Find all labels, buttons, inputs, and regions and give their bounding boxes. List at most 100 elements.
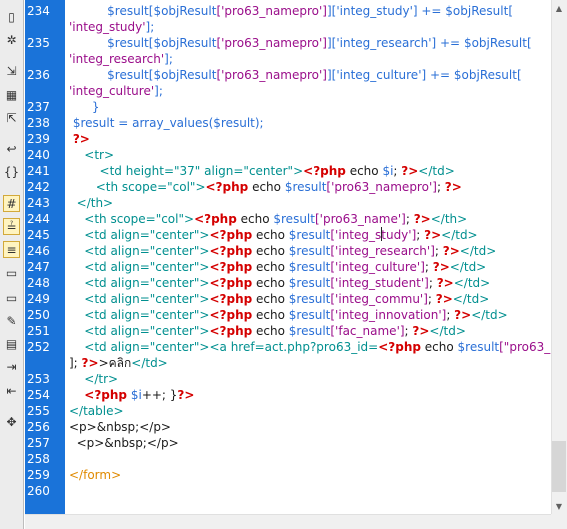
code-line[interactable]: 'integ_study']; [69, 19, 154, 35]
page-icon[interactable]: ▯ [3, 8, 20, 25]
comment-icon[interactable]: ▭ [3, 264, 20, 281]
code-line[interactable]: <tr> [69, 147, 114, 163]
code-token: echo [252, 260, 289, 274]
sparkle-icon[interactable]: ✲ [3, 31, 20, 48]
code-token: 'integ_research' [69, 52, 165, 66]
code-line[interactable]: } [69, 99, 100, 115]
highlight-invalid-icon[interactable]: ≟ [3, 218, 20, 235]
syntax-coloring-icon[interactable]: ≡ [3, 241, 20, 258]
code-token: <th scope="col"> [95, 180, 206, 194]
uncomment-icon[interactable]: ▭ [3, 289, 20, 306]
code-line[interactable]: <td align="center"><?php echo $result['i… [69, 227, 477, 243]
code-line[interactable]: $result[$objResult['pro63_namepro']]['in… [69, 35, 531, 51]
code-line[interactable]: <td align="center"><?php echo $result['i… [69, 259, 486, 275]
code-token: $result [107, 68, 149, 82]
code-line[interactable]: <td align="center"><?php echo $result['i… [69, 291, 489, 307]
snippet-icon[interactable]: ▤ [3, 335, 20, 352]
code-token: <td align="center"> [84, 308, 210, 322]
code-token: ?> [435, 292, 453, 306]
code-token: $result [107, 36, 149, 50]
code-line[interactable]: </form> [69, 467, 121, 483]
code-line[interactable]: 'integ_research']; [69, 51, 173, 67]
braces-icon[interactable]: {} [3, 163, 20, 180]
indent-icon[interactable]: ⇥ [3, 358, 20, 375]
code-line[interactable]: <td align="center"><?php echo $result['i… [69, 307, 508, 323]
format-icon[interactable]: ✥ [3, 413, 20, 430]
code-line[interactable]: <td align="center"><?php echo $result['i… [69, 275, 490, 291]
code-token: ?> [436, 276, 454, 290]
code-token: </th> [76, 196, 114, 210]
code-line[interactable]: </th> [69, 195, 113, 211]
vertical-scrollbar[interactable] [551, 0, 567, 514]
code-line[interactable]: <p>&nbsp;</p> [69, 435, 179, 451]
code-token: <tr> [84, 148, 115, 162]
select-block-icon[interactable]: ▦ [3, 86, 20, 103]
horizontal-scrollbar[interactable] [25, 514, 551, 529]
code-line[interactable]: 'integ_culture']; [69, 83, 163, 99]
code-line[interactable]: <td align="center"><?php echo $result['i… [69, 243, 496, 259]
code-token: ?> [454, 308, 472, 322]
code-token: echo [236, 212, 274, 226]
code-token: $result [288, 276, 331, 290]
code-line[interactable]: <?php $i++; }?> [69, 387, 194, 403]
code-token: ['pro63_namepro'] [216, 4, 327, 18]
code-token: ?> [432, 260, 450, 274]
code-line[interactable]: ]; ?>>คลิก</td> [69, 355, 168, 371]
vertical-scroll-thumb[interactable] [552, 441, 566, 492]
code-line[interactable]: <p>&nbsp;</p> [69, 419, 171, 435]
line-number: 234 [27, 4, 50, 18]
code-line[interactable]: <td align="center"><?php echo $result['f… [69, 323, 466, 339]
code-line[interactable]: </tr> [69, 371, 118, 387]
line-number: 253 [27, 372, 50, 386]
code-line[interactable]: ?> [69, 131, 90, 147]
expand-icon[interactable]: ⇱ [3, 109, 20, 126]
code-token: [ [508, 4, 513, 18]
scrollbar-corner [551, 514, 567, 529]
code-token: ['integ_study'] [330, 228, 417, 242]
code-token: <?php [209, 308, 253, 322]
code-line[interactable]: $result[$objResult['pro63_namepro']]['in… [69, 3, 513, 19]
code-token: $objResult [153, 68, 217, 82]
collapse-icon[interactable]: ⇲ [3, 62, 20, 79]
code-token: ++; } [141, 388, 178, 402]
wand-icon[interactable]: ✎ [3, 312, 20, 329]
word-wrap-icon[interactable]: ↩ [3, 140, 20, 157]
code-token: <?php [84, 388, 128, 402]
code-token: <td align="center"> [84, 276, 210, 290]
line-number: 247 [27, 260, 50, 274]
code-line[interactable]: <td height="37" align="center"><?php ech… [69, 163, 455, 179]
code-token: <p>&nbsp;</p> [69, 436, 179, 450]
line-number: 248 [27, 276, 50, 290]
code-line[interactable]: $result[$objResult['pro63_namepro']]['in… [69, 67, 521, 83]
line-number: 244 [27, 212, 50, 226]
code-line[interactable]: <td align="center"><a href=act.php?pro63… [69, 339, 566, 355]
code-token: ?> [72, 132, 90, 146]
code-line[interactable]: $result = array_values($result); [69, 115, 264, 131]
code-token: ['pro63_namepro'] [326, 180, 437, 194]
code-token: 'integ_study' [69, 20, 146, 34]
code-token: ; [436, 180, 445, 194]
code-token: $result [288, 292, 331, 306]
code-token: ]; [154, 84, 163, 98]
code-token: <p>&nbsp;</p> [69, 420, 171, 434]
code-line[interactable]: </table> [69, 403, 124, 419]
code-token: echo [252, 308, 289, 322]
scroll-up-icon[interactable]: ▲ [551, 0, 567, 16]
code-line[interactable]: <th scope="col"><?php echo $result['pro6… [69, 179, 462, 195]
outdent-icon[interactable]: ⇤ [3, 382, 20, 399]
code-token: <?php [209, 276, 253, 290]
line-numbers-icon[interactable]: # [3, 195, 20, 212]
code-token: </td> [471, 308, 508, 322]
line-number: 257 [27, 436, 50, 450]
scroll-down-icon[interactable]: ▼ [551, 498, 567, 514]
line-number: 243 [27, 196, 50, 210]
line-number: 240 [27, 148, 50, 162]
code-token: $result [72, 116, 115, 130]
code-line[interactable]: <th scope="col"><?php echo $result['pro6… [69, 211, 467, 227]
code-token: ]['integ_study'] += [326, 4, 446, 18]
code-token: ?> [81, 356, 99, 370]
